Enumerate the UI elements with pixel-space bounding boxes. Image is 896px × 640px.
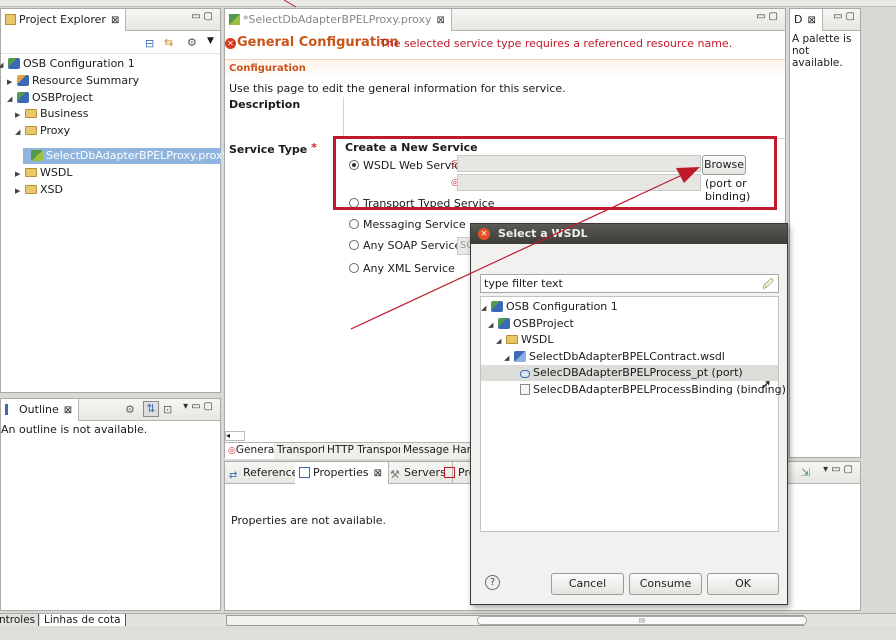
annotation-arrow <box>283 0 700 330</box>
